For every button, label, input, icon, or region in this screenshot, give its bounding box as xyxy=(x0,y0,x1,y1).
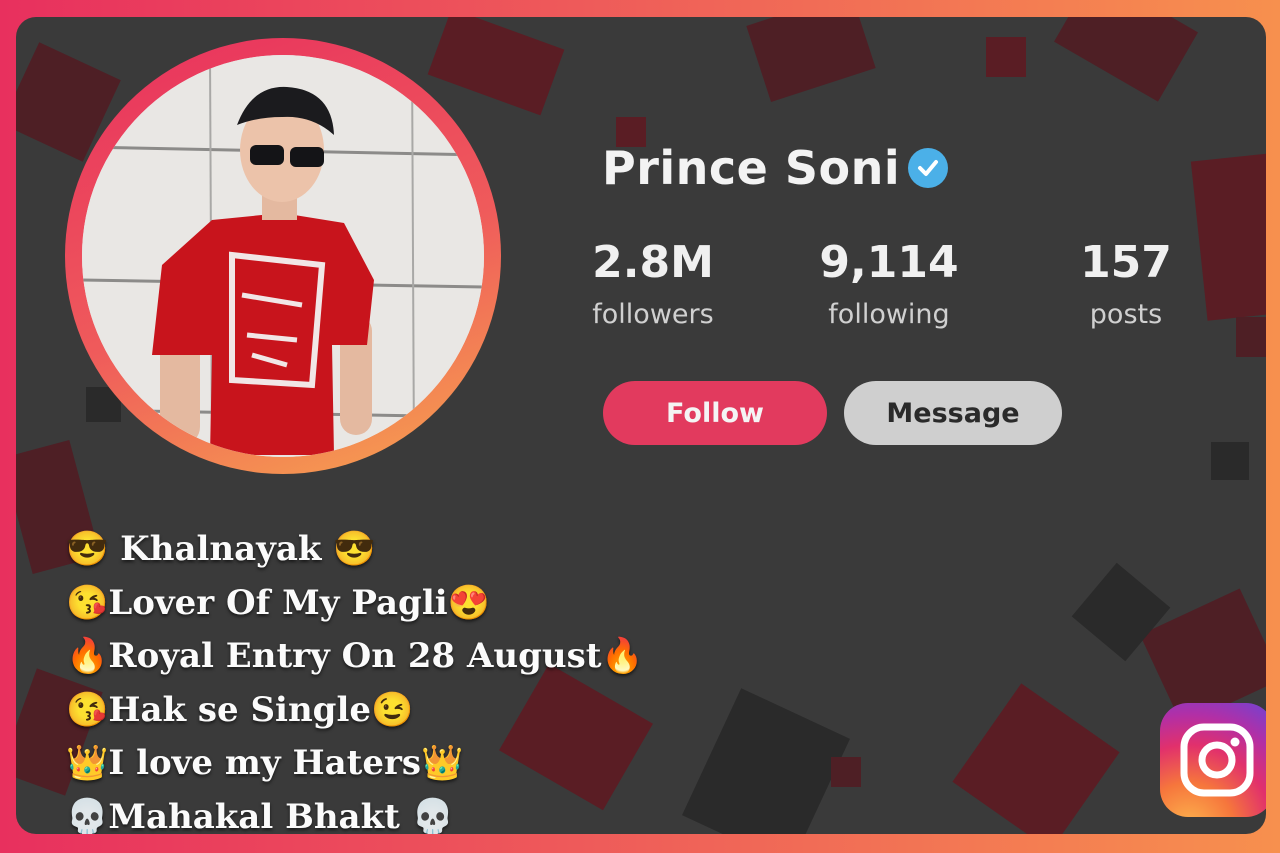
background-shape xyxy=(1054,17,1198,102)
avatar[interactable] xyxy=(82,55,484,457)
followers-count: 2.8M xyxy=(592,237,714,288)
profile-card: Prince Soni 2.8M followers 9,114 followi… xyxy=(16,17,1266,834)
background-shape xyxy=(1211,442,1249,480)
bio-line: 🔥Royal Entry On 28 August🔥 xyxy=(66,636,644,676)
verified-badge-icon xyxy=(908,148,949,188)
background-shape xyxy=(986,37,1026,77)
posts-stat[interactable]: 157 posts xyxy=(1071,237,1181,331)
follow-button[interactable]: Follow xyxy=(603,381,827,445)
name-row: Prince Soni xyxy=(602,141,949,195)
posts-label: posts xyxy=(1089,299,1163,330)
following-stat[interactable]: 9,114 following xyxy=(819,237,959,331)
profile-photo xyxy=(82,55,484,457)
background-shape xyxy=(1236,317,1266,357)
followers-stat[interactable]: 2.8M followers xyxy=(586,237,720,331)
background-shape xyxy=(746,17,876,103)
bio-line: 👑I love my Haters👑 xyxy=(66,743,464,783)
background-shape xyxy=(682,688,850,834)
following-count: 9,114 xyxy=(819,237,959,288)
instagram-logo-icon xyxy=(1160,703,1266,817)
posts-count: 157 xyxy=(1080,237,1172,288)
bio-line: 💀Mahakal Bhakt 💀 xyxy=(66,796,455,835)
background-shape xyxy=(831,757,861,787)
profile-name: Prince Soni xyxy=(602,141,901,195)
bio-line: 😎 Khalnayak 😎 xyxy=(66,529,376,569)
background-shape xyxy=(952,683,1120,834)
background-shape xyxy=(427,17,565,116)
background-shape xyxy=(1190,153,1266,321)
bio-line: 😘Lover Of My Pagli😍 xyxy=(66,582,490,623)
bio: 😎 Khalnayak 😎 😘Lover Of My Pagli😍 🔥Royal… xyxy=(66,523,644,834)
message-button[interactable]: Message xyxy=(844,381,1062,445)
following-label: following xyxy=(828,299,950,330)
bio-line: 😘Hak se Single😉 xyxy=(66,689,414,730)
followers-label: followers xyxy=(592,299,714,330)
